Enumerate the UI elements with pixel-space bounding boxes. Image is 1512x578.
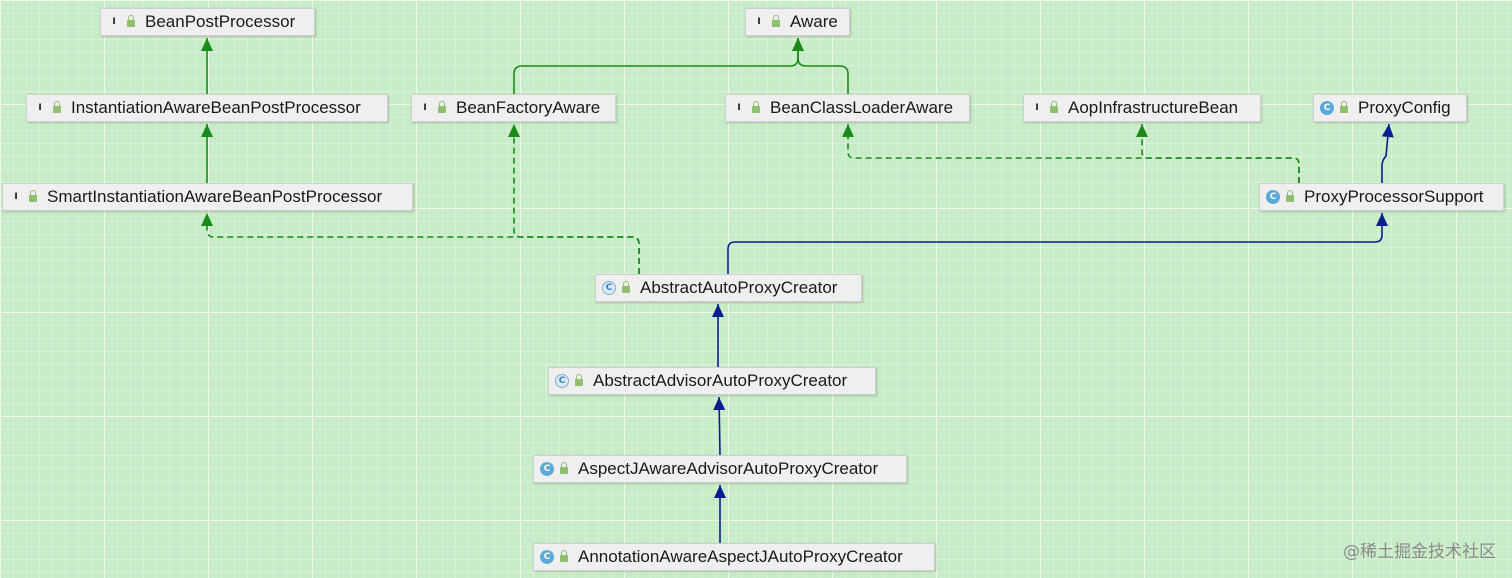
arrowhead [201,124,213,137]
node-proxy-config[interactable]: C ProxyConfig [1313,94,1467,122]
node-label: InstantiationAwareBeanPostProcessor [71,98,361,117]
node-label: BeanPostProcessor [145,12,296,31]
arrowhead [792,38,804,51]
node-label: AbstractAutoProxyCreator [640,278,838,297]
node-label: Aware [790,12,838,31]
public-lock-icon [438,101,446,113]
arrowhead [1381,124,1394,138]
public-lock-icon [560,462,568,474]
node-proxy-processor-support[interactable]: C ProxyProcessorSupport [1259,183,1504,211]
node-bean-post-processor[interactable]: I BeanPostProcessor [100,8,315,36]
watermark: @稀土掘金技术社区 [1343,542,1496,562]
class-kind-icon: C [1266,190,1280,204]
node-label: ProxyConfig [1358,98,1451,117]
interface-kind-icon: I [112,17,116,27]
node-smart-instantiation-aware-bean-post-processor[interactable]: I SmartInstantiationAwareBeanPostProcess… [2,183,413,211]
edge-extends-interface [797,38,849,94]
class-kind-icon: C [1320,101,1334,115]
node-label: ProxyProcessorSupport [1304,187,1484,206]
node-instantiation-aware-bean-post-processor[interactable]: I InstantiationAwareBeanPostProcessor [26,94,388,122]
public-lock-icon [772,15,780,27]
arrowhead [201,213,213,226]
node-aware[interactable]: I Aware [745,8,850,36]
public-lock-icon [1286,190,1294,202]
abstract-class-kind-icon: C [555,374,569,388]
class-kind-icon: C [540,550,554,564]
interface-kind-icon: I [14,192,18,202]
arrowhead [713,397,726,411]
public-lock-icon [622,281,630,293]
node-aspectj-aware-advisor-auto-proxy-creator[interactable]: C AspectJAwareAdvisorAutoProxyCreator [533,455,907,483]
interface-kind-icon: I [737,103,741,113]
edge-implements [513,124,640,274]
node-label: AopInfrastructureBean [1068,98,1239,117]
public-lock-icon [560,550,568,562]
node-abstract-advisor-auto-proxy-creator[interactable]: C AbstractAdvisorAutoProxyCreator [548,367,876,395]
arrowhead [714,485,726,498]
public-lock-icon [127,15,135,27]
node-label: AnnotationAwareAspectJAutoProxyCreator [578,547,903,566]
public-lock-icon [752,101,760,113]
node-label: BeanClassLoaderAware [770,98,954,117]
abstract-class-kind-icon: C [602,281,616,295]
node-bean-class-loader-aware[interactable]: I BeanClassLoaderAware [725,94,970,122]
interface-kind-icon: I [38,103,42,113]
arrowhead [1136,124,1148,137]
node-bean-factory-aware[interactable]: I BeanFactoryAware [411,94,616,122]
node-annotation-aware-aspectj-auto-proxy-creator[interactable]: C AnnotationAwareAspectJAutoProxyCreator [533,543,935,571]
arrowhead [508,124,520,137]
node-label: BeanFactoryAware [456,98,601,117]
node-label: AspectJAwareAdvisorAutoProxyCreator [578,459,879,478]
edge-implements [206,213,640,274]
arrowhead [842,124,854,137]
node-aop-infrastructure-bean[interactable]: I AopInfrastructureBean [1023,94,1261,122]
public-lock-icon [29,190,37,202]
public-lock-icon [1340,101,1348,113]
public-lock-icon [53,101,61,113]
edge-extends-class [727,213,1383,274]
node-label: SmartInstantiationAwareBeanPostProcessor [47,187,383,206]
interface-kind-icon: I [423,103,427,113]
edge-extends-interface [513,38,799,94]
public-lock-icon [1050,101,1058,113]
node-label: AbstractAdvisorAutoProxyCreator [593,371,848,390]
class-kind-icon: C [540,462,554,476]
arrowhead [201,38,213,51]
edge-implements [1141,124,1300,183]
public-lock-icon [575,374,583,386]
interface-kind-icon: I [1035,103,1039,113]
arrowhead [1376,213,1388,226]
node-abstract-auto-proxy-creator[interactable]: C AbstractAutoProxyCreator [595,274,862,302]
arrowhead [712,304,724,317]
edge-implements [847,124,1300,183]
interface-kind-icon: I [757,17,761,27]
